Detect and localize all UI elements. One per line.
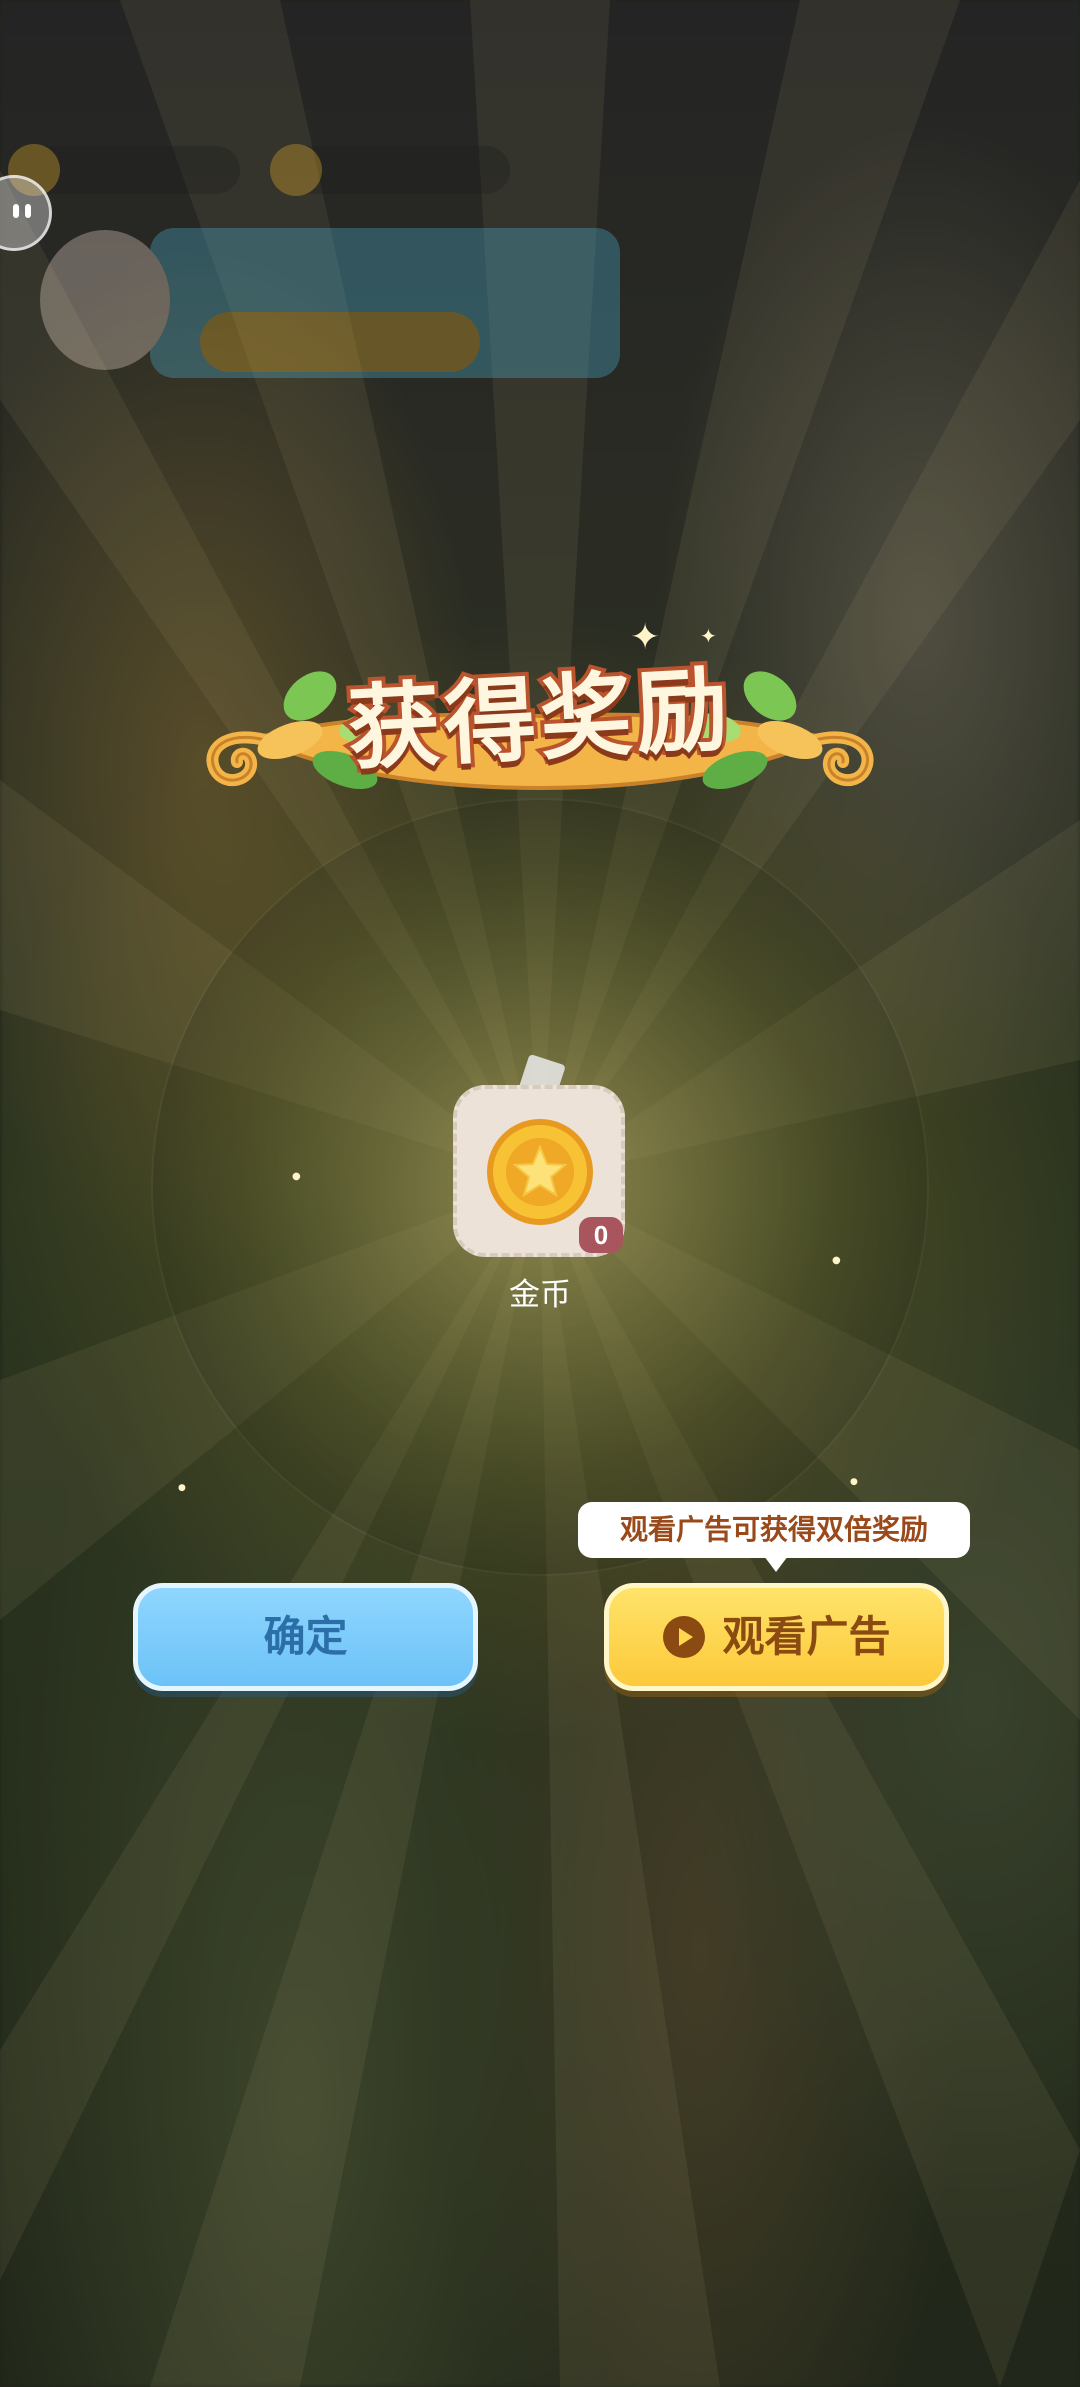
reward-item-card: 0 — [453, 1085, 625, 1257]
reward-title-banner: 获得奖励 — [195, 620, 885, 830]
gold-star-coin-icon — [487, 1119, 593, 1225]
hud-avatar — [40, 230, 170, 370]
watch-ad-button[interactable]: 观看广告 — [604, 1583, 949, 1691]
ad-bonus-tooltip: 观看广告可获得双倍奖励 — [578, 1502, 970, 1572]
popup-title: 获得奖励 — [341, 652, 738, 787]
reward-count-badge: 0 — [579, 1217, 623, 1253]
sparkle-icon: ● — [178, 1483, 186, 1493]
confirm-button-label: 确定 — [263, 1612, 348, 1661]
game-screen: ✦ ✦ ✦ ● ● ● ● 获得奖励 — [0, 0, 1080, 2387]
play-icon — [663, 1615, 706, 1658]
sparkle-icon: ● — [832, 1255, 841, 1266]
hud-resource-icon-2 — [270, 144, 322, 196]
background-hud — [0, 0, 1080, 420]
sparkle-icon: ● — [850, 1477, 858, 1487]
confirm-button[interactable]: 确定 — [133, 1583, 478, 1691]
sparkle-icon: ● — [292, 1171, 301, 1182]
watch-ad-button-label: 观看广告 — [722, 1612, 891, 1661]
reward-item-name: 金币 — [509, 1277, 571, 1313]
hud-gold-button — [200, 312, 480, 372]
